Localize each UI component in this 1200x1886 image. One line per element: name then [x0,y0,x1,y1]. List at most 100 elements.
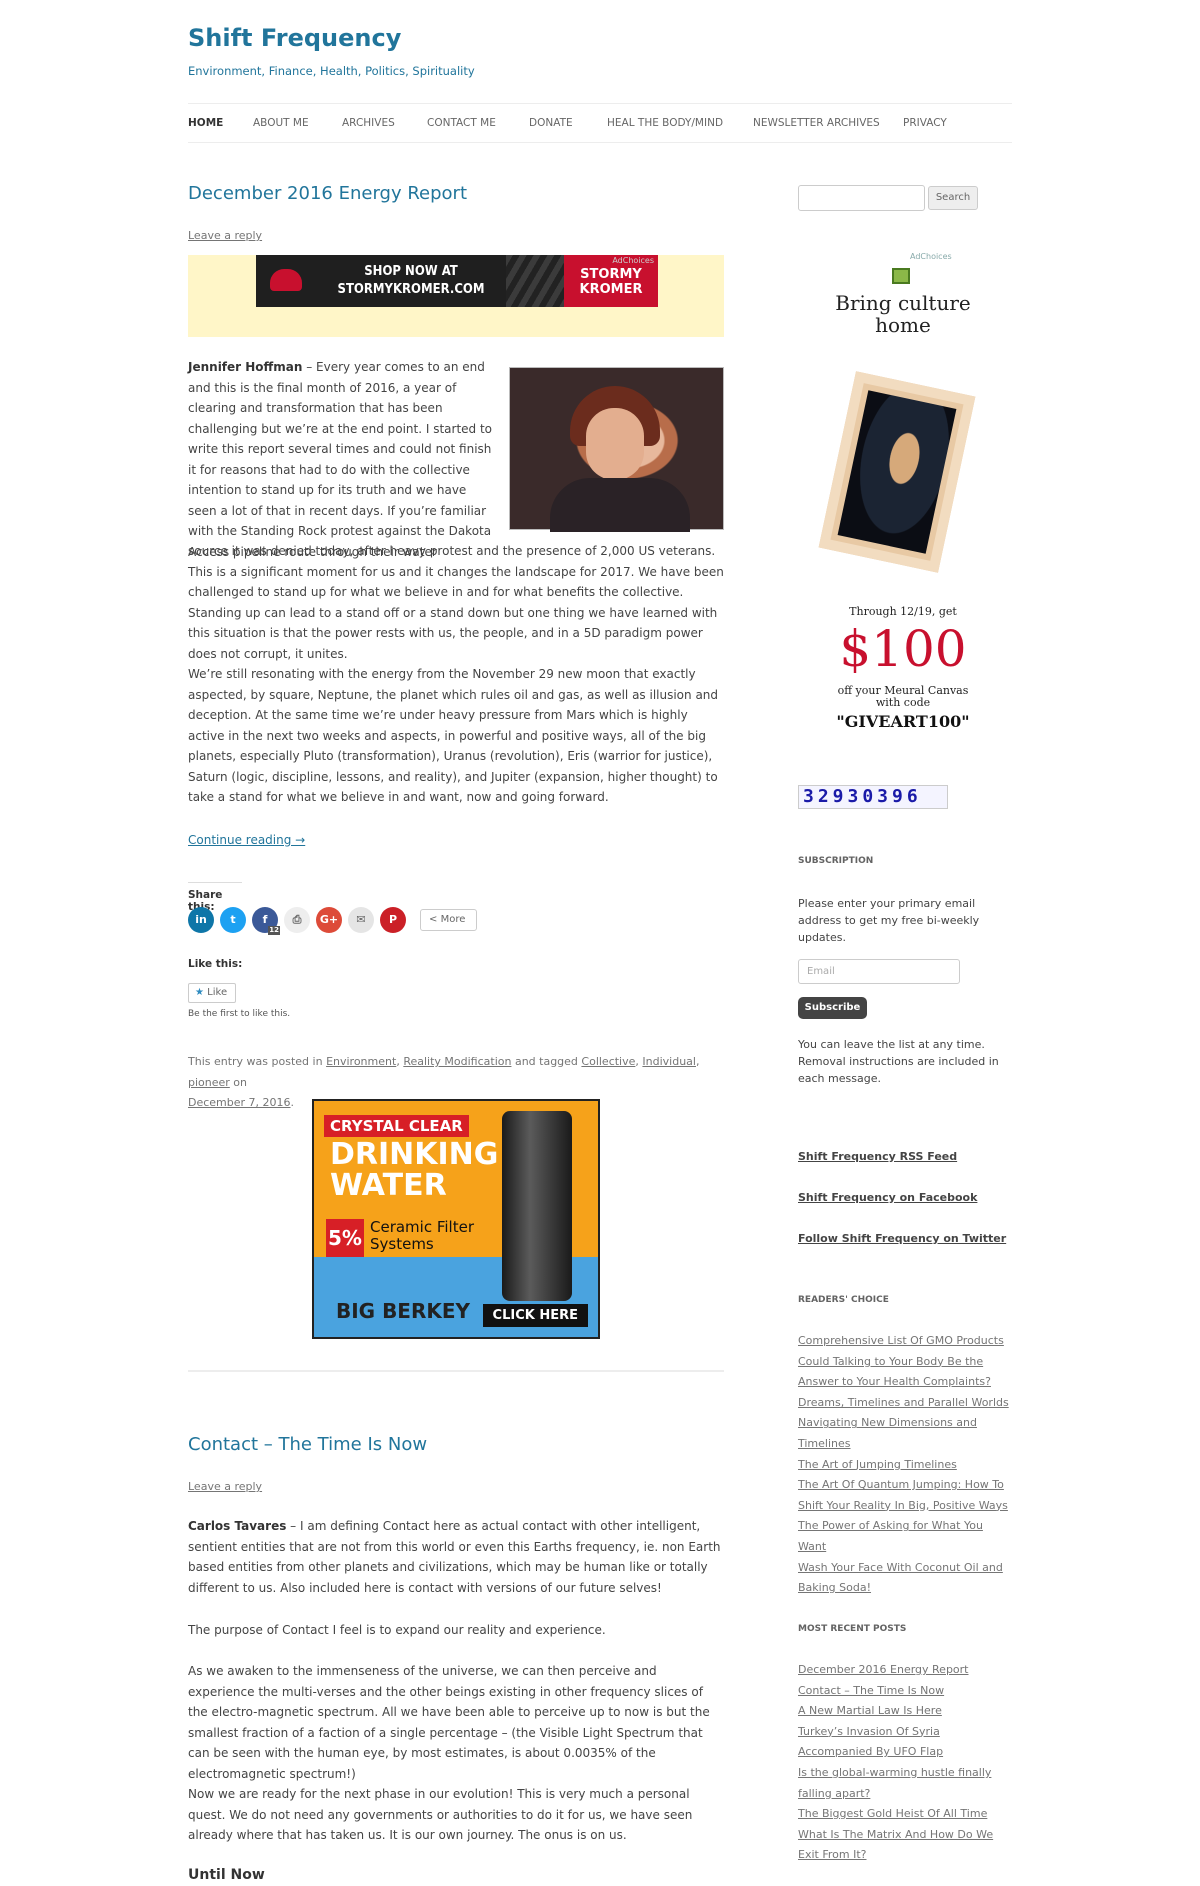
post-title[interactable]: Contact – The Time Is Now [188,1434,427,1455]
tag-link[interactable]: Individual [642,1055,696,1068]
post2-paragraph-3: As we awaken to the immenseness of the u… [188,1664,710,1781]
meta-text: This entry was posted in [188,1055,327,1068]
readers-choice-link[interactable]: The Power of Asking for What You Want [798,1519,983,1553]
continue-reading-link[interactable]: Continue reading → [188,833,305,847]
list-item: The Power of Asking for What You Want [798,1516,1012,1557]
post-title[interactable]: December 2016 Energy Report [188,183,467,204]
recent-posts-list: December 2016 Energy Report Contact – Th… [798,1660,1012,1866]
readers-choice-list: Comprehensive List Of GMO Products Could… [798,1331,1012,1599]
painting [837,390,957,554]
hat-icon [270,269,302,291]
list-item: December 2016 Energy Report [798,1660,1012,1681]
category-link[interactable]: Reality Modification [403,1055,511,1068]
subscribe-button[interactable]: Subscribe [798,997,867,1019]
author-name: Carlos Tavares [188,1519,287,1533]
more-label: More [440,914,466,925]
email-share-button[interactable]: ✉ [348,907,374,933]
readers-choice-link[interactable]: Dreams, Timelines and Parallel Worlds [798,1396,1009,1409]
nav-heal-the-body-mind[interactable]: HEAL THE BODY/MIND [607,117,723,129]
like-btn-label: Like [207,987,228,998]
nav-privacy[interactable]: PRIVACY [903,117,947,129]
ad-line: WATER [330,1168,447,1203]
meural-canvas-ad[interactable]: AdChoices Bring culture home Through 12/… [818,250,978,736]
nav-contact-me[interactable]: CONTACT ME [427,117,496,129]
email-field[interactable]: Email [798,959,960,984]
ad-tagline: Bring culture home [835,291,971,337]
post2-subheading: Until Now [188,1867,265,1883]
main-nav: HOME ABOUT ME ARCHIVES CONTACT ME DONATE… [188,103,1012,143]
recent-post-link[interactable]: A New Martial Law Is Here [798,1704,942,1717]
star-icon: ★ [195,987,204,998]
site-title[interactable]: Shift Frequency [188,24,401,52]
leave-reply-link[interactable]: Leave a reply [188,229,262,242]
photo-face [586,408,644,480]
list-item: Could Talking to Your Body Be the Answer… [798,1352,1012,1393]
meta-text: and tagged [511,1055,582,1068]
ad-headline: CRYSTAL CLEAR [324,1115,469,1137]
facebook-share-button[interactable]: f 12 [252,907,280,935]
google-plus-share-button[interactable]: G+ [316,907,342,933]
adchoices-label[interactable]: AdChoices [910,252,952,261]
facebook-share-count: 12 [268,926,280,935]
leave-reply-link[interactable]: Leave a reply [188,1480,262,1493]
berkey-water-ad[interactable]: CRYSTAL CLEAR DRINKING WATER 5% Ceramic F… [312,1099,600,1339]
pinterest-share-button[interactable]: P [380,907,406,933]
post-paragraph-1: Jennifer Hoffman – Every year comes to a… [188,357,493,562]
ad-logo: BIG BERKEY [336,1299,471,1323]
post-paragraph-2: We’re still resonating with the energy f… [188,667,719,804]
list-item: Turkey’s Invasion Of Syria Accompanied B… [798,1722,1012,1763]
nav-home[interactable]: HOME [188,117,223,129]
twitter-link[interactable]: Follow Shift Frequency on Twitter [798,1232,1006,1245]
post2-paragraph-4: Now we are ready for the next phase in o… [188,1787,693,1842]
list-item: The Art Of Quantum Jumping: How To Shift… [798,1475,1012,1516]
readers-choice-link[interactable]: Comprehensive List Of GMO Products [798,1334,1004,1347]
readers-choice-link[interactable]: Navigating New Dimensions and Timelines [798,1416,977,1450]
site-description: Environment, Finance, Health, Politics, … [188,64,475,78]
ad-offer-text: off your Meural Canvas with code [837,684,969,709]
linkedin-share-button[interactable]: in [188,907,214,933]
search-input[interactable] [798,185,925,211]
rss-feed-link[interactable]: Shift Frequency RSS Feed [798,1150,957,1163]
ad-banner-container: SHOP NOW AT STORMYKROMER.COM STORMY KROM… [188,255,724,337]
adchoices-label[interactable]: AdChoices [612,256,654,265]
recent-post-link[interactable]: Is the global-warming hustle finally fal… [798,1766,991,1800]
share-icon: < [429,914,438,925]
ad-promo-text: Through 12/19, get [849,605,957,618]
nav-about-me[interactable]: ABOUT ME [253,117,309,129]
post-date-link[interactable]: December 7, 2016 [188,1096,291,1109]
ad-fabric-image [506,255,564,307]
nav-archives[interactable]: ARCHIVES [342,117,395,129]
readers-choice-link[interactable]: Wash Your Face With Coconut Oil and Baki… [798,1561,1003,1595]
print-share-button[interactable]: ⎙ [284,907,310,933]
like-button[interactable]: ★ Like [188,983,236,1003]
nav-donate[interactable]: DONATE [529,117,573,129]
recent-post-link[interactable]: December 2016 Energy Report [798,1663,969,1676]
post2-paragraph-2: The purpose of Contact I feel is to expa… [188,1623,606,1637]
readers-choice-link[interactable]: The Art Of Quantum Jumping: How To Shift… [798,1478,1008,1512]
ad-click-here-button[interactable]: CLICK HERE [482,1304,588,1327]
stormy-kromer-ad[interactable]: SHOP NOW AT STORMYKROMER.COM STORMY KROM… [256,255,658,307]
tag-link[interactable]: Collective [581,1055,635,1068]
recent-post-link[interactable]: The Biggest Gold Heist Of All Time [798,1807,987,1820]
tag-link[interactable]: pioneer [188,1076,230,1089]
readers-choice-link[interactable]: The Art of Jumping Timelines [798,1458,957,1471]
nav-newsletter-archives[interactable]: NEWSLETTER ARCHIVES [753,117,880,129]
ad-headline-big: DRINKING WATER [330,1139,498,1201]
list-item: Comprehensive List Of GMO Products [798,1331,1012,1352]
category-link[interactable]: Environment [326,1055,396,1068]
list-item: The Biggest Gold Heist Of All Time [798,1804,1012,1825]
author-name: Jennifer Hoffman [188,360,303,374]
readers-choice-link[interactable]: Could Talking to Your Body Be the Answer… [798,1355,991,1389]
more-share-button[interactable]: < More [420,909,477,931]
twitter-share-button[interactable]: t [220,907,246,933]
post2-paragraph-1: Carlos Tavares – I am defining Contact h… [188,1516,724,1598]
search-button[interactable]: Search [928,186,978,210]
list-item: What Is The Matrix And How Do We Exit Fr… [798,1825,1012,1866]
first-like-text: Be the first to like this. [188,1009,291,1019]
ad-discount: 5% [326,1219,364,1257]
recent-post-link[interactable]: What Is The Matrix And How Do We Exit Fr… [798,1828,993,1862]
recent-post-link[interactable]: Turkey’s Invasion Of Syria Accompanied B… [798,1725,943,1759]
facebook-link[interactable]: Shift Frequency on Facebook [798,1191,977,1204]
readers-choice-title: READERS' CHOICE [798,1295,889,1305]
recent-post-link[interactable]: Contact – The Time Is Now [798,1684,944,1697]
